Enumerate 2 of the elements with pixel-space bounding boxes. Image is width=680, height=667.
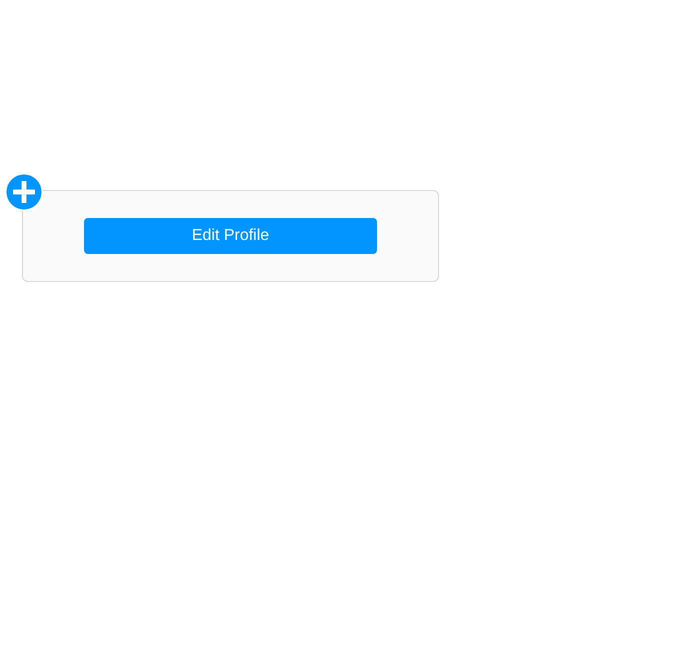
add-icon[interactable] xyxy=(5,173,43,211)
edit-profile-button[interactable]: Edit Profile xyxy=(84,218,377,254)
